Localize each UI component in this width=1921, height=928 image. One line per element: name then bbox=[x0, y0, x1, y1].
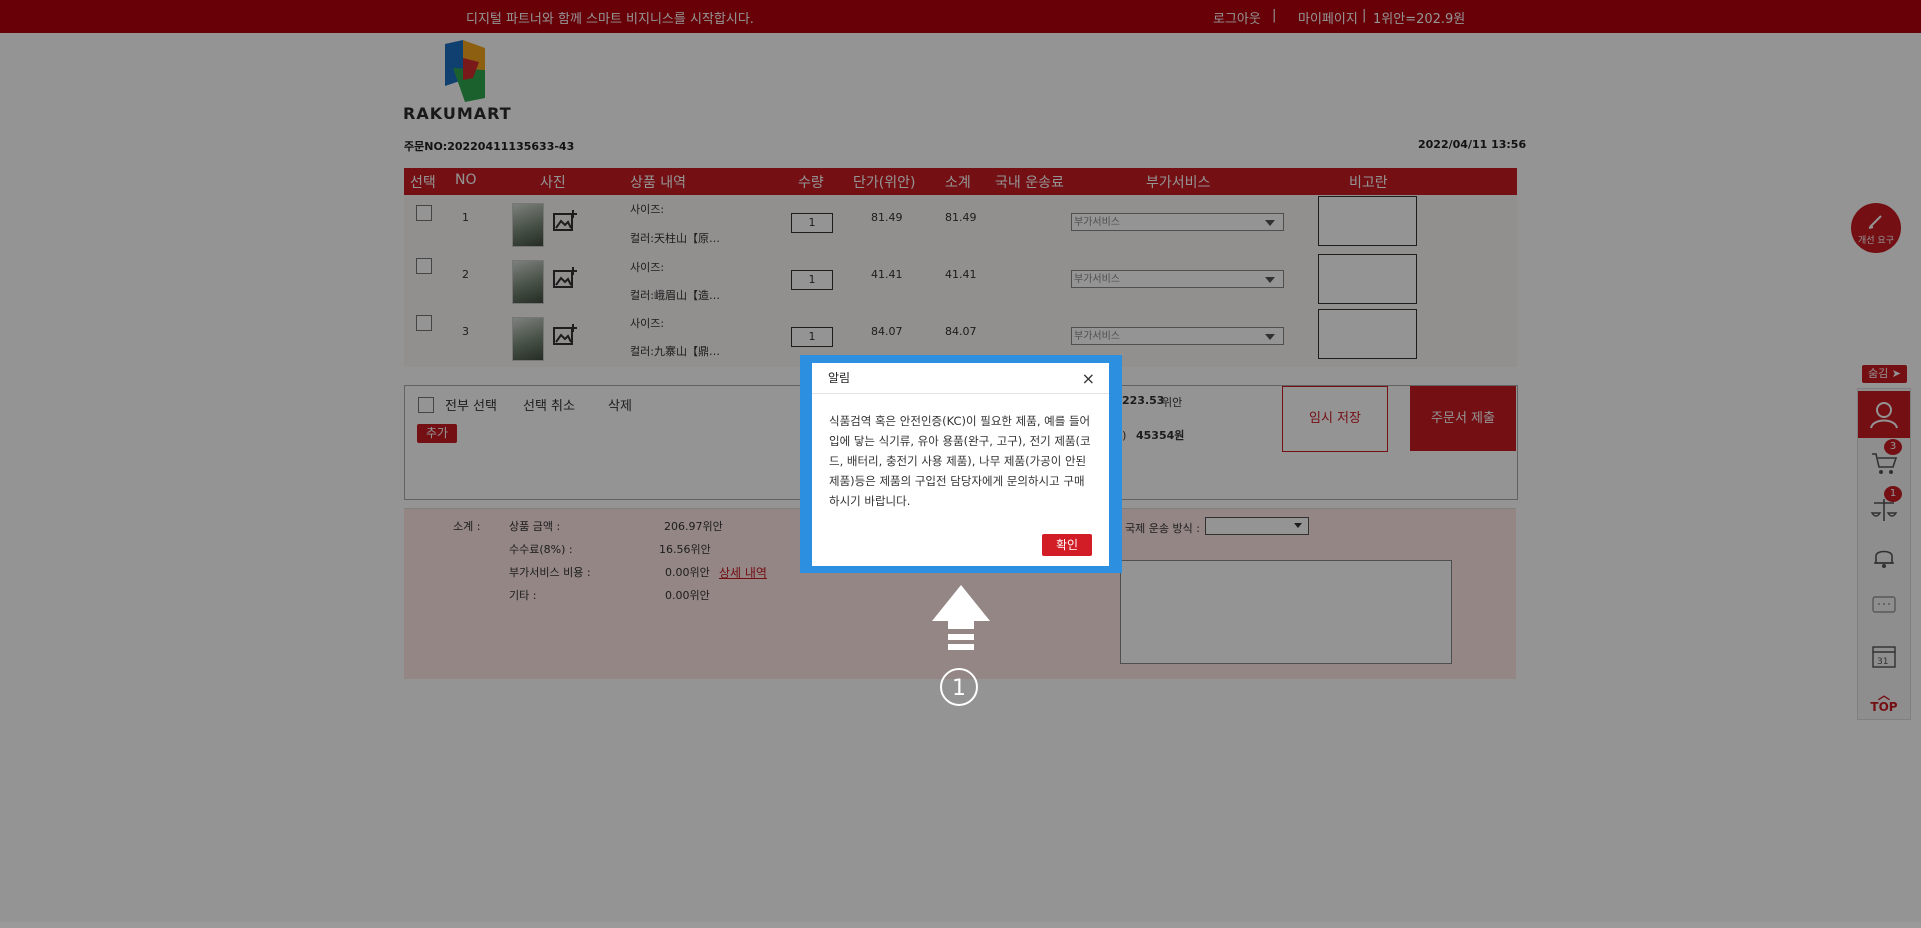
dialog-title: 알림 bbox=[828, 371, 851, 385]
close-icon[interactable]: × bbox=[1082, 369, 1095, 388]
dialog-message: 식품검역 혹은 안전인증(KC)이 필요한 제품, 예를 들어 입에 닿는 식기… bbox=[829, 414, 1091, 508]
arrow-up-icon bbox=[932, 585, 990, 650]
step-number-badge: 1 bbox=[940, 668, 978, 706]
alert-dialog: 알림 × 식품검역 혹은 안전인증(KC)이 필요한 제품, 예를 들어 입에 … bbox=[812, 363, 1109, 566]
horizontal-scrollbar[interactable] bbox=[0, 922, 1921, 928]
confirm-button[interactable]: 확인 bbox=[1042, 534, 1092, 556]
dialog-divider bbox=[812, 393, 1109, 394]
